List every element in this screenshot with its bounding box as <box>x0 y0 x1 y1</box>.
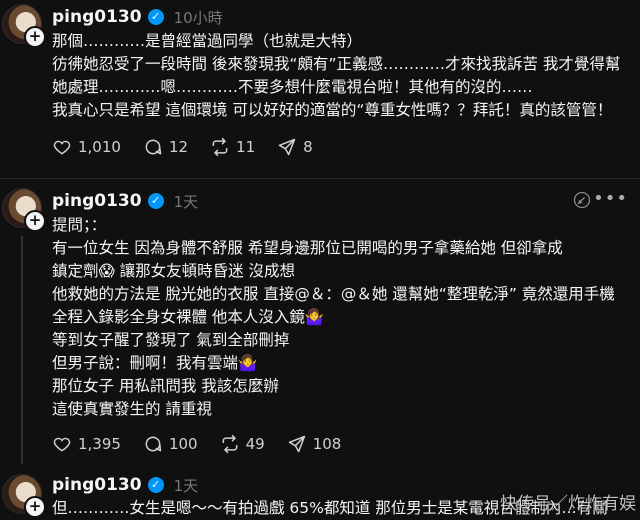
share-count: 108 <box>312 435 342 453</box>
verified-badge-icon: ✓ <box>147 193 164 209</box>
post-line: 等到女子醒了發現了 氣到全部刪掉 <box>52 331 290 349</box>
repost-icon <box>212 137 228 157</box>
repost-count: 49 <box>245 435 265 453</box>
action-bar: 1,395 100 49 108 <box>52 432 363 456</box>
post-line: 提問；： <box>52 216 107 234</box>
share-button[interactable]: 8 <box>277 137 313 157</box>
follow-plus-icon[interactable]: + <box>24 26 46 48</box>
avatar[interactable]: + <box>2 474 46 518</box>
avatar[interactable]: + <box>2 188 46 232</box>
timestamp[interactable]: 1天 <box>174 475 199 496</box>
like-count: 1,010 <box>78 138 121 156</box>
watermark: 快传号／炸炸有娱 <box>500 494 636 514</box>
post-line: 那個…………是曾經當過同學（也就是大特） <box>52 32 363 50</box>
heart-icon <box>53 437 71 452</box>
heart-icon <box>53 140 71 155</box>
username[interactable]: ping0130 <box>52 7 142 27</box>
post-header: ping0130 ✓ 1天 <box>52 474 198 496</box>
comment-count: 100 <box>168 435 198 453</box>
post-line: 但男子說：刪啊！我有雲端🤷‍♀️ <box>52 354 258 372</box>
post-header: ping0130 ✓ 1天 <box>52 190 198 212</box>
comment-button[interactable]: 100 <box>143 434 198 454</box>
post-line: 鎮定劑😱 讓那女友頓時昏迷 沒成想 <box>52 262 296 280</box>
timestamp[interactable]: 10小時 <box>174 7 223 28</box>
avatar[interactable]: + <box>2 4 46 48</box>
like-count: 1,395 <box>78 435 121 453</box>
post-2: + ping0130 ✓ 1天 ••• 提問；： 有一位女生 因為身體不舒服 希… <box>0 186 640 466</box>
post-line: 彷彿她忍受了一段時間 後來發現我“頗有”正義感…………才來找我訴苦 我才覺得幫 <box>52 55 621 73</box>
username[interactable]: ping0130 <box>52 191 142 211</box>
send-icon <box>288 435 305 453</box>
repost-button[interactable]: 49 <box>220 434 265 454</box>
post-line: 他救她的方法是 脫光她的衣服 直接@＆：@＆她 還幫她“整理乾淨” 竟然還用手機 <box>52 285 615 303</box>
post-line: 這使真實發生的 請重視 <box>52 400 212 418</box>
repost-icon <box>222 434 238 454</box>
verified-badge-icon: ✓ <box>147 9 164 25</box>
post-text: 那個…………是曾經當過同學（也就是大特） 彷彿她忍受了一段時間 後來發現我“頗有… <box>52 30 637 122</box>
post-line: 我真心只是希望 這個環境 可以好好的適當的“尊重女性嗎？？拜託！真的該管管！ <box>52 101 613 119</box>
follow-plus-icon[interactable]: + <box>24 496 46 518</box>
share-count: 8 <box>303 138 313 156</box>
post-1: + ping0130 ✓ 10小時 那個…………是曾經當過同學（也就是大特） 彷… <box>0 0 640 178</box>
like-button[interactable]: 1,010 <box>52 137 121 157</box>
share-button[interactable]: 108 <box>287 434 342 454</box>
post-line: 她處理…………嗯…………不要多想什麼電視台啦！其他有的沒的…… <box>52 78 533 96</box>
comment-button[interactable]: 12 <box>143 137 188 157</box>
more-options-button[interactable]: ••• <box>593 188 628 209</box>
send-icon <box>278 138 296 156</box>
comment-count: 12 <box>168 138 189 156</box>
follow-plus-icon[interactable]: + <box>24 210 46 232</box>
username[interactable]: ping0130 <box>52 475 142 495</box>
timestamp[interactable]: 1天 <box>174 191 199 212</box>
post-header: ping0130 ✓ 10小時 <box>52 6 223 28</box>
like-button[interactable]: 1,395 <box>52 434 121 454</box>
verified-badge-icon: ✓ <box>147 477 164 493</box>
post-text: 提問；： 有一位女生 因為身體不舒服 希望身邊那位已開喝的男子拿藥給她 但卻拿成… <box>52 214 637 421</box>
post-line: 那位女子 用私訊問我 我該怎麼辦 <box>52 377 279 395</box>
repost-button[interactable]: 11 <box>210 137 255 157</box>
edit-icon[interactable] <box>572 190 592 210</box>
comment-icon <box>145 139 162 155</box>
action-bar: 1,010 12 11 8 <box>52 135 335 159</box>
comment-icon <box>145 436 162 452</box>
post-line: 有一位女生 因為身體不舒服 希望身邊那位已開喝的男子拿藥給她 但卻拿成 <box>52 239 563 257</box>
divider <box>0 178 640 179</box>
post-line: 全程入錄影全身女裸體 他本人沒入鏡🤷‍♀️ <box>52 308 325 326</box>
repost-count: 11 <box>236 138 256 156</box>
thread-line <box>21 236 23 464</box>
